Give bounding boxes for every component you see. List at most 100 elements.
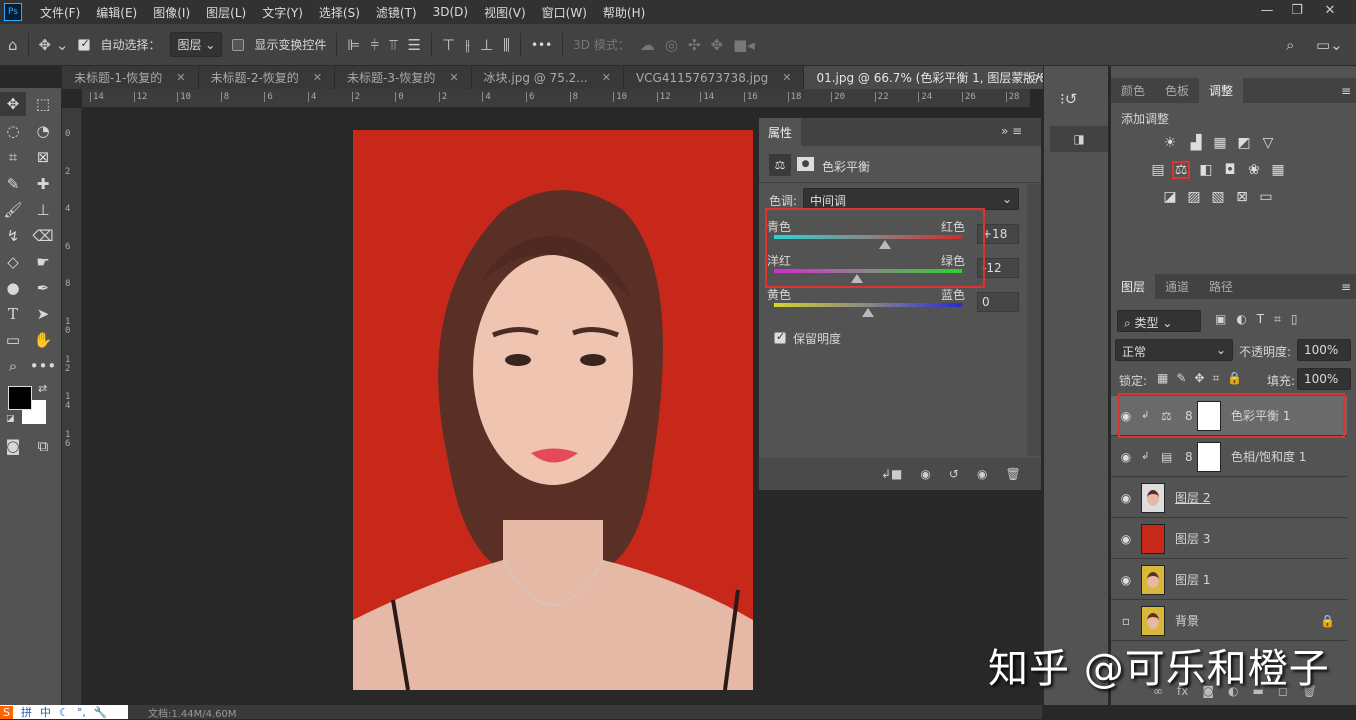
document-canvas[interactable] <box>353 130 753 690</box>
eye-icon[interactable]: ◉ <box>1111 450 1141 464</box>
3d-pan-icon[interactable]: ✣ <box>688 36 701 54</box>
eye-icon[interactable]: ◉ <box>1111 532 1141 546</box>
distribute-vertical-icon[interactable]: ⫼ <box>503 36 510 54</box>
align-top-icon[interactable]: ⊤ <box>442 36 455 54</box>
healing-brush-icon[interactable]: ✚ <box>30 172 56 196</box>
workspace-icon[interactable]: ▭⌄ <box>1316 36 1343 54</box>
slider-track[interactable] <box>774 303 962 307</box>
tab-swatches[interactable]: 色板 <box>1155 78 1199 103</box>
smudge-tool-icon[interactable]: ☛ <box>30 250 56 274</box>
menu-select[interactable]: 选择(S) <box>311 4 368 21</box>
properties-scrollbar[interactable] <box>1027 184 1041 456</box>
ime-settings-icon[interactable]: 🔧 <box>94 706 108 719</box>
screen-mode-icon[interactable]: ⧉ <box>30 434 56 458</box>
invert-icon[interactable]: ◪ <box>1161 188 1179 206</box>
view-previous-icon[interactable]: ◉ <box>920 467 930 481</box>
close-tab-icon[interactable]: ✕ <box>782 71 791 84</box>
eye-icon[interactable]: ◉ <box>1111 491 1141 505</box>
align-left-icon[interactable]: ⊫ <box>347 36 360 54</box>
selective-color-icon[interactable]: ⊠ <box>1233 188 1251 206</box>
ime-pinyin[interactable]: 拼 <box>21 704 32 720</box>
layer-row[interactable]: ◉ 图层 3 <box>1111 519 1347 559</box>
align-bottom-icon[interactable]: ⊥ <box>480 36 493 54</box>
document-tab[interactable]: 冰块.jpg @ 75.2... ✕ <box>472 66 624 89</box>
mask-icon[interactable]: ● <box>797 157 814 171</box>
posterize-icon[interactable]: ▨ <box>1185 188 1203 206</box>
color-balance-adj-icon[interactable]: ⚖ <box>1172 161 1190 179</box>
layer-row[interactable]: ▫ 背景 🔒 <box>1111 601 1347 641</box>
tab-paths[interactable]: 路径 <box>1199 274 1243 299</box>
threshold-icon[interactable]: ▧ <box>1209 188 1227 206</box>
document-tab[interactable]: 未标题-2-恢复的 ✕ <box>199 66 336 89</box>
minimize-button[interactable]: — <box>1252 0 1282 20</box>
search-icon[interactable]: ⌕ <box>1286 36 1294 54</box>
frame-tool-icon[interactable]: ⊠ <box>30 145 56 169</box>
preserve-luminosity-checkbox[interactable] <box>774 330 786 344</box>
blend-mode-dropdown[interactable]: 正常 ⌄ <box>1115 339 1233 361</box>
visibility-icon[interactable]: ◉ <box>977 467 987 481</box>
document-tab[interactable]: VCG41157673738.jpg ✕ <box>624 66 805 89</box>
black-white-icon[interactable]: ◧ <box>1197 161 1215 179</box>
move-tool-icon[interactable]: ✥ <box>0 92 26 116</box>
slider-value-input[interactable]: 0 <box>977 292 1019 312</box>
ime-moon-icon[interactable]: ☾ <box>59 706 69 719</box>
layer-row[interactable]: ◉ 图层 1 <box>1111 560 1347 600</box>
default-colors-icon[interactable]: ◪ <box>6 414 15 424</box>
close-tab-icon[interactable]: ✕ <box>313 71 322 84</box>
type-tool-icon[interactable]: T <box>0 302 26 326</box>
more-options-button[interactable]: ••• <box>531 38 552 52</box>
menu-window[interactable]: 窗口(W) <box>534 4 595 21</box>
marquee-tool-icon[interactable]: ⬚ <box>30 92 56 116</box>
layer-thumbnail[interactable] <box>1141 523 1165 554</box>
tab-properties[interactable]: 属性 <box>759 118 801 146</box>
opacity-input[interactable]: 100% <box>1297 339 1351 361</box>
close-tab-icon[interactable]: ✕ <box>602 71 611 84</box>
home-icon[interactable]: ⌂ <box>8 36 18 54</box>
brush-tool-icon[interactable]: 🖌 <box>0 198 26 222</box>
menu-file[interactable]: 文件(F) <box>32 4 88 21</box>
menu-edit[interactable]: 编辑(E) <box>88 4 145 21</box>
eye-icon[interactable]: ◉ <box>1111 573 1141 587</box>
tab-layers[interactable]: 图层 <box>1111 274 1156 299</box>
menu-view[interactable]: 视图(V) <box>476 4 534 21</box>
history-icon[interactable]: ⁝↺ <box>1060 90 1077 108</box>
ime-punct-icon[interactable]: °, <box>77 706 86 719</box>
show-transform-checkbox[interactable] <box>232 38 245 51</box>
layer-row[interactable]: ◉ 图层 2 <box>1111 478 1347 518</box>
align-middle-icon[interactable]: ⫲ <box>465 36 470 54</box>
hand-tool-icon[interactable]: ✋ <box>30 328 56 352</box>
3d-slide-icon[interactable]: ✥ <box>711 36 724 54</box>
visibility-off-icon[interactable]: ▫ <box>1111 614 1141 628</box>
menu-help[interactable]: 帮助(H) <box>595 4 653 21</box>
layer-thumbnail[interactable] <box>1141 564 1165 595</box>
path-select-icon[interactable]: ➤ <box>30 302 56 326</box>
history-brush-icon[interactable]: ↯ <box>0 224 26 248</box>
layers-menu-icon[interactable]: ≡ <box>1341 274 1356 299</box>
restore-button[interactable]: ❐ <box>1282 0 1312 20</box>
quick-mask-icon[interactable]: ◙ <box>0 434 26 458</box>
paint-bucket-icon[interactable]: ◇ <box>0 250 26 274</box>
pen-tool-icon[interactable]: ✒ <box>30 276 56 300</box>
lock-icons[interactable]: ▦✎✥⌗🔒 <box>1157 371 1250 386</box>
eyedropper-tool-icon[interactable]: ✎ <box>0 172 26 196</box>
gradient-map-icon[interactable]: ▭ <box>1257 188 1275 206</box>
tab-channels[interactable]: 通道 <box>1155 274 1199 299</box>
exposure-icon[interactable]: ◩ <box>1235 134 1253 152</box>
photo-filter-icon[interactable]: ◘ <box>1221 161 1239 179</box>
menu-layer[interactable]: 图层(L) <box>198 4 254 21</box>
distribute-icon[interactable]: ☰ <box>408 36 421 54</box>
panel-menu-icon[interactable]: ≡ <box>1341 78 1356 103</box>
reset-icon[interactable]: ↺ <box>949 467 959 481</box>
slider-thumb[interactable] <box>862 308 874 317</box>
dodge-tool-icon[interactable]: ● <box>0 276 26 300</box>
layer-thumbnail[interactable] <box>1141 605 1165 636</box>
swap-colors-icon[interactable]: ⇄ <box>38 382 47 395</box>
move-tool-icon[interactable]: ✥ ⌄ <box>39 36 69 54</box>
tone-dropdown[interactable]: 中间调 ⌄ <box>803 188 1019 210</box>
curves-icon[interactable]: ▦ <box>1211 134 1229 152</box>
close-button[interactable]: ✕ <box>1315 0 1345 20</box>
color-lookup-icon[interactable]: ▦ <box>1269 161 1287 179</box>
zoom-tool-icon[interactable]: ⌕ <box>0 354 26 378</box>
more-tools-icon[interactable]: ••• <box>30 354 57 378</box>
document-tab[interactable]: 未标题-3-恢复的 ✕ <box>335 66 472 89</box>
